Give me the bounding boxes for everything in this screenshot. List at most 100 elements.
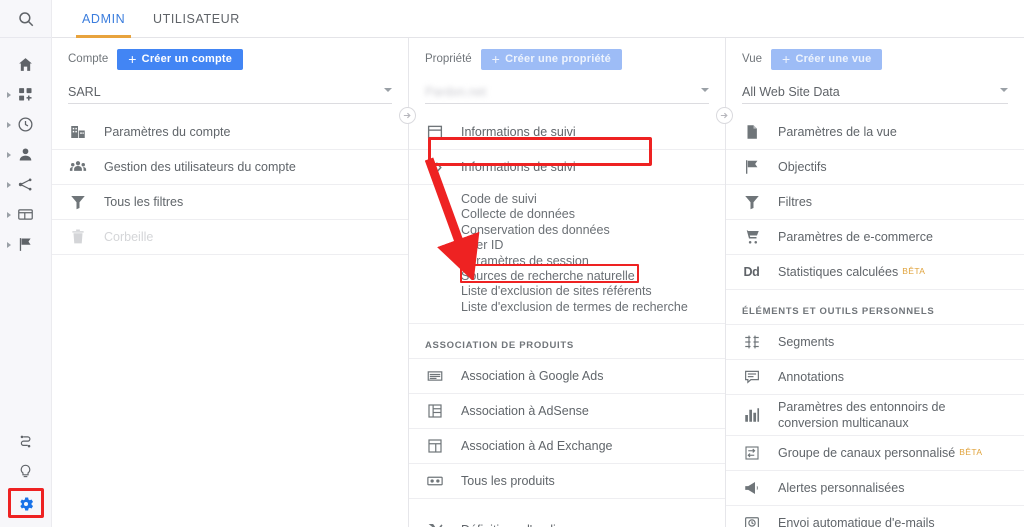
sub-item-search-term-exclusion-list[interactable]: Liste d'exclusion de termes de recherche xyxy=(461,300,688,315)
all-products-icon xyxy=(425,472,444,491)
rail-item-realtime[interactable] xyxy=(0,110,51,140)
property-column: Propriété + Créer une propriété Pardon.n… xyxy=(408,38,725,527)
filter-icon xyxy=(68,193,87,212)
menu-item-label: Segments xyxy=(778,334,834,350)
menu-item-ecommerce-settings[interactable]: Paramètres de e-commerce xyxy=(726,220,1024,255)
sub-item-session-settings[interactable]: Paramètres de session xyxy=(461,254,589,269)
beta-badge: BÊTA xyxy=(959,447,982,457)
create-view-button[interactable]: + Créer une vue xyxy=(771,49,882,70)
property-view-connector[interactable] xyxy=(716,107,733,124)
menu-item-label: Paramètres de la vue xyxy=(778,124,897,140)
chevron-right-icon xyxy=(7,92,11,98)
cart-icon xyxy=(742,228,761,247)
create-property-button[interactable]: + Créer une propriété xyxy=(481,49,622,70)
property-selected-value: Pardon.net xyxy=(425,85,486,99)
menu-item-mcf-settings[interactable]: Paramètres des entonnoirs de conversion … xyxy=(726,395,1024,436)
view-select[interactable]: All Web Site Data xyxy=(742,80,1008,104)
discover-icon xyxy=(17,463,35,481)
property-menu-gap xyxy=(409,499,725,513)
menu-item-google-ads-linking[interactable]: Association à Google Ads xyxy=(409,359,725,394)
menu-item-audience-definitions[interactable]: Définitions d'audience xyxy=(409,513,725,527)
property-label: Propriété xyxy=(425,53,472,65)
tab-utilisateur[interactable]: UTILISATEUR xyxy=(147,0,246,38)
plus-icon: + xyxy=(492,52,500,66)
view-label: Vue xyxy=(742,53,762,65)
account-label: Compte xyxy=(68,53,108,65)
plus-icon: + xyxy=(782,52,790,66)
flag-icon xyxy=(742,158,761,177)
sub-item-organic-search-sources[interactable]: Sources de recherche naturelle xyxy=(461,269,635,284)
rail-item-acquisition[interactable] xyxy=(0,170,51,200)
dd-icon: Dd xyxy=(742,263,761,282)
property-select[interactable]: Pardon.net xyxy=(425,80,709,104)
plus-icon: + xyxy=(128,52,136,66)
rail-item-admin[interactable] xyxy=(0,487,52,521)
menu-item-segments[interactable]: Segments xyxy=(726,325,1024,360)
account-select[interactable]: SARL xyxy=(68,80,392,104)
menu-item-calculated-metrics[interactable]: Dd Statistiques calculéesBÊTA xyxy=(726,255,1024,290)
rail-spacer-top xyxy=(0,38,51,50)
sub-item-data-retention[interactable]: Conservation des données xyxy=(461,223,610,238)
menu-item-label: Association à Ad Exchange xyxy=(461,438,613,454)
account-column: Compte + Créer un compte SARL xyxy=(52,38,408,527)
property-header: Propriété + Créer une propriété Pardon.n… xyxy=(409,38,725,104)
menu-item-label: Alertes personnalisées xyxy=(778,480,904,496)
create-account-button[interactable]: + Créer un compte xyxy=(117,49,243,70)
account-property-connector[interactable] xyxy=(399,107,416,124)
menu-item-filters[interactable]: Filtres xyxy=(726,185,1024,220)
dashboards-icon xyxy=(17,86,35,104)
menu-item-account-user-management[interactable]: Gestion des utilisateurs du compte xyxy=(52,150,408,185)
left-nav-rail xyxy=(0,0,52,527)
chevron-right-icon xyxy=(7,242,11,248)
menu-item-all-products[interactable]: Tous les produits xyxy=(409,464,725,499)
menu-item-label: Filtres xyxy=(778,194,812,210)
menu-item-label: Paramètres du compte xyxy=(104,124,230,140)
menu-item-custom-channel-grouping[interactable]: Groupe de canaux personnaliséBÊTA xyxy=(726,436,1024,471)
menu-item-trash[interactable]: Corbeille xyxy=(52,220,408,255)
menu-item-scheduled-emails[interactable]: Envoi automatique d'e-mails xyxy=(726,506,1024,527)
chevron-right-icon xyxy=(7,152,11,158)
filter-icon xyxy=(742,193,761,212)
admin-page: ADMIN UTILISATEUR Compte + Créer un comp… xyxy=(0,0,1024,527)
rail-item-audience[interactable] xyxy=(0,140,51,170)
scheduled-email-icon xyxy=(742,514,761,527)
rail-item-attribution[interactable] xyxy=(0,427,52,457)
behavior-icon xyxy=(17,206,35,224)
menu-item-property-settings[interactable]: Informations de suivi xyxy=(409,115,725,150)
rail-item-home[interactable] xyxy=(0,50,51,80)
product-linking-section-title: ASSOCIATION DE PRODUITS xyxy=(409,324,725,359)
menu-item-tracking-info[interactable]: Informations de suivi xyxy=(409,150,725,185)
view-selected-value: All Web Site Data xyxy=(742,85,840,99)
menu-item-annotations[interactable]: Annotations xyxy=(726,360,1024,395)
menu-item-view-settings[interactable]: Paramètres de la vue xyxy=(726,115,1024,150)
person-icon xyxy=(17,146,35,164)
menu-item-label: Informations de suivi xyxy=(461,124,576,140)
trash-icon xyxy=(68,228,87,247)
menu-item-label: Informations de suivi xyxy=(461,159,576,175)
menu-item-adsense-linking[interactable]: Association à AdSense xyxy=(409,394,725,429)
tab-admin[interactable]: ADMIN xyxy=(76,0,131,38)
account-header: Compte + Créer un compte SARL xyxy=(52,38,408,104)
menu-item-goals[interactable]: Objectifs xyxy=(726,150,1024,185)
clock-icon xyxy=(17,116,35,134)
search-button[interactable] xyxy=(0,0,51,38)
rail-item-behavior[interactable] xyxy=(0,200,51,230)
menu-item-all-filters[interactable]: Tous les filtres xyxy=(52,185,408,220)
megaphone-icon xyxy=(742,479,761,498)
sub-item-referral-exclusion-list[interactable]: Liste d'exclusion de sites référents xyxy=(461,284,652,299)
rail-item-customization[interactable] xyxy=(0,80,51,110)
menu-item-label: Annotations xyxy=(778,369,844,385)
menu-item-custom-alerts[interactable]: Alertes personnalisées xyxy=(726,471,1024,506)
menu-item-ad-exchange-linking[interactable]: Association à Ad Exchange xyxy=(409,429,725,464)
rail-item-discover[interactable] xyxy=(0,457,52,487)
menu-item-account-settings[interactable]: Paramètres du compte xyxy=(52,115,408,150)
arrow-right-circle-icon xyxy=(399,107,416,124)
sub-item-data-collection[interactable]: Collecte de données xyxy=(461,207,575,222)
beta-badge: BÊTA xyxy=(902,266,925,276)
sub-item-user-id[interactable]: User ID xyxy=(461,238,503,253)
sub-item-tracking-code[interactable]: Code de suivi xyxy=(461,192,537,207)
menu-item-label: Corbeille xyxy=(104,229,153,245)
top-tab-bar: ADMIN UTILISATEUR xyxy=(52,0,1024,38)
rail-item-conversions[interactable] xyxy=(0,230,51,260)
annotation-icon xyxy=(742,368,761,387)
